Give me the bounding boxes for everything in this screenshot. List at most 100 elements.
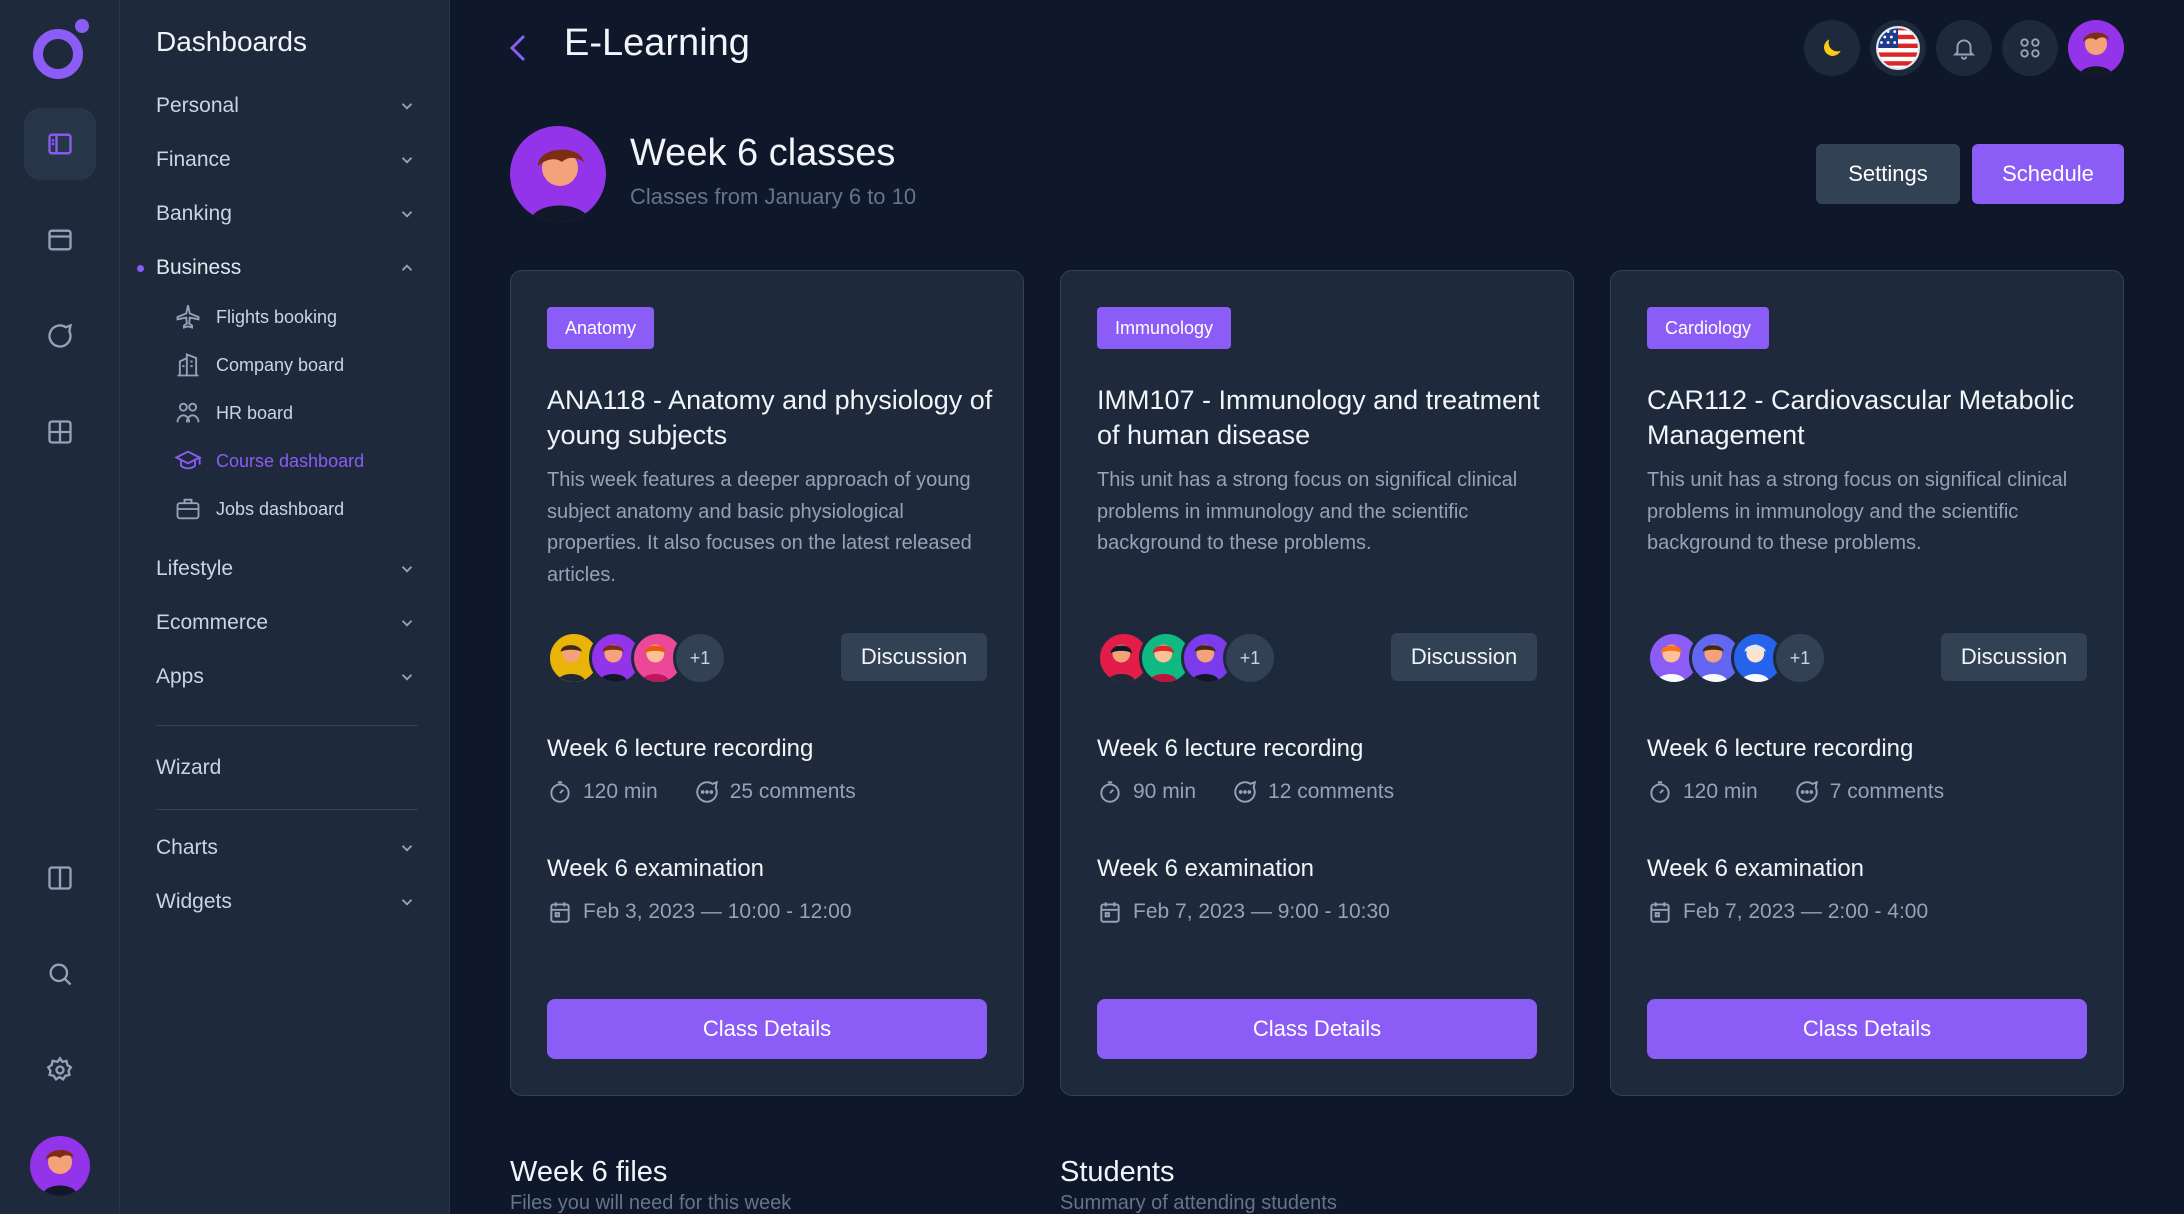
participant-avatars[interactable]: +1 <box>1097 631 1297 685</box>
menu-item-label: Widgets <box>156 890 232 913</box>
menu-item-wizard[interactable]: Wizard <box>156 748 416 788</box>
more-participants: +1 <box>673 631 727 685</box>
students-section-subtitle: Summary of attending students <box>1060 1192 1337 1214</box>
class-details-button[interactable]: Class Details <box>547 999 987 1059</box>
menu-item-ecommerce[interactable]: Ecommerce <box>156 603 416 643</box>
category-tag[interactable]: Cardiology <box>1647 307 1770 349</box>
class-description: This week features a deeper approach of … <box>547 469 972 586</box>
calendar-icon <box>1650 902 1670 923</box>
dashboard-icon[interactable] <box>24 108 96 180</box>
user-avatar[interactable] <box>30 1136 90 1196</box>
chat-icon[interactable] <box>24 300 96 372</box>
apps-grid-icon <box>2020 38 2040 58</box>
sub-item-course-dashboard[interactable]: Course dashboard <box>174 443 364 479</box>
sub-item-hr-board[interactable]: HR board <box>174 395 293 431</box>
sub-item-flights-booking[interactable]: Flights booking <box>174 299 337 335</box>
duration-label: 120 min <box>1683 780 1758 803</box>
recording-title[interactable]: Week 6 lecture recording <box>1647 735 1913 763</box>
menu-item-label: Banking <box>156 202 232 225</box>
comment-icon <box>696 780 718 803</box>
menu-item-banking[interactable]: Banking <box>156 194 416 234</box>
class-card: Immunology IMM107 - Immunology and treat… <box>1060 270 1574 1096</box>
back-arrow-icon[interactable] <box>504 30 534 66</box>
profile-avatar[interactable] <box>2068 20 2124 76</box>
grid-icon[interactable] <box>24 396 96 468</box>
sub-item-jobs-dashboard[interactable]: Jobs dashboard <box>174 491 344 527</box>
building-icon <box>177 353 199 377</box>
exam-date: Feb 7, 2023 — 9:00 - 10:30 <box>1133 900 1390 923</box>
class-card: Cardiology CAR112 - Cardiovascular Metab… <box>1610 270 2124 1096</box>
menu-item-business[interactable]: Business <box>156 248 416 288</box>
recording-title[interactable]: Week 6 lecture recording <box>1097 735 1363 763</box>
apps-button[interactable] <box>2002 20 2058 76</box>
comment-icon <box>1796 780 1818 803</box>
menu-item-personal[interactable]: Personal <box>156 86 416 126</box>
discussion-button[interactable]: Discussion <box>841 633 987 681</box>
menu-item-widgets[interactable]: Widgets <box>156 882 416 922</box>
comments-label[interactable]: 12 comments <box>1268 780 1394 804</box>
menu-item-label: Business <box>156 256 242 279</box>
comments-label[interactable]: 25 comments <box>730 780 856 804</box>
menu-item-label: Apps <box>156 665 204 688</box>
stopwatch-icon <box>1650 781 1670 803</box>
menu-item-charts[interactable]: Charts <box>156 828 416 868</box>
graduation-cap-icon <box>174 450 202 470</box>
participant-avatars[interactable]: +1 <box>547 631 747 685</box>
comment-icon <box>1234 780 1257 803</box>
class-details-button[interactable]: Class Details <box>1647 999 2087 1059</box>
recording-title[interactable]: Week 6 lecture recording <box>547 735 813 763</box>
window-icon[interactable] <box>24 204 96 276</box>
class-details-button[interactable]: Class Details <box>1097 999 1537 1059</box>
menu-item-label: Personal <box>156 94 239 117</box>
menu-item-label: Lifestyle <box>156 557 234 580</box>
us-flag-icon <box>1876 26 1920 70</box>
files-section-subtitle: Files you will need for this week <box>510 1192 792 1214</box>
moon-icon <box>1824 39 1841 56</box>
menu-item-lifestyle[interactable]: Lifestyle <box>156 549 416 589</box>
airplane-icon <box>176 305 200 329</box>
settings-button[interactable]: Settings <box>1816 144 1960 204</box>
stopwatch-icon <box>1100 781 1120 803</box>
comments-label[interactable]: 7 comments <box>1830 780 1944 804</box>
exam-title: Week 6 examination <box>1647 855 1865 882</box>
menu-item-finance[interactable]: Finance <box>156 140 416 180</box>
page-title: E-Learning <box>564 22 750 64</box>
menu-item-label: Finance <box>156 148 231 171</box>
chevron-down-icon <box>401 157 413 164</box>
bell-icon <box>1952 39 1976 60</box>
menu-title: Dashboards <box>156 26 307 57</box>
schedule-button[interactable]: Schedule <box>1972 144 2124 204</box>
stopwatch-icon <box>550 781 570 803</box>
chevron-down-icon <box>401 103 413 110</box>
chevron-down-icon <box>401 674 413 681</box>
recording-meta: 90 min 12 comments <box>1097 779 1394 805</box>
class-description: This unit has a strong focus on signific… <box>1097 469 1518 554</box>
calendar-icon <box>550 902 570 923</box>
category-tag[interactable]: Immunology <box>1097 307 1232 349</box>
sub-item-company-board[interactable]: Company board <box>174 347 344 383</box>
discussion-button[interactable]: Discussion <box>1941 633 2087 681</box>
menu-item-apps[interactable]: Apps <box>156 657 416 697</box>
language-selector[interactable] <box>1870 20 1926 76</box>
sub-item-label: Course dashboard <box>216 450 365 471</box>
notifications-button[interactable] <box>1936 20 1992 76</box>
search-icon[interactable] <box>24 938 96 1010</box>
category-tag[interactable]: Anatomy <box>547 307 655 349</box>
files-section-title: Week 6 files <box>510 1156 668 1188</box>
exam-meta: Feb 3, 2023 — 10:00 - 12:00 <box>547 899 852 925</box>
duration-label: 120 min <box>583 780 658 803</box>
class-card: Anatomy ANA118 - Anatomy and physiology … <box>510 270 1024 1096</box>
sub-item-label: Jobs dashboard <box>216 498 345 519</box>
chevron-down-icon <box>401 620 413 627</box>
discussion-button[interactable]: Discussion <box>1391 633 1537 681</box>
columns-icon[interactable] <box>24 842 96 914</box>
class-title: ANA118 - Anatomy and physiology of young… <box>547 385 993 450</box>
class-title: IMM107 - Immunology and treatment of hum… <box>1097 385 1540 450</box>
gear-icon[interactable] <box>24 1034 96 1106</box>
logo-icon[interactable] <box>30 16 92 82</box>
icon-rail <box>0 0 120 1214</box>
exam-meta: Feb 7, 2023 — 2:00 - 4:00 <box>1647 899 1928 925</box>
exam-date: Feb 7, 2023 — 2:00 - 4:00 <box>1683 900 1929 923</box>
participant-avatars[interactable]: +1 <box>1647 631 1847 685</box>
dark-mode-toggle[interactable] <box>1804 20 1860 76</box>
